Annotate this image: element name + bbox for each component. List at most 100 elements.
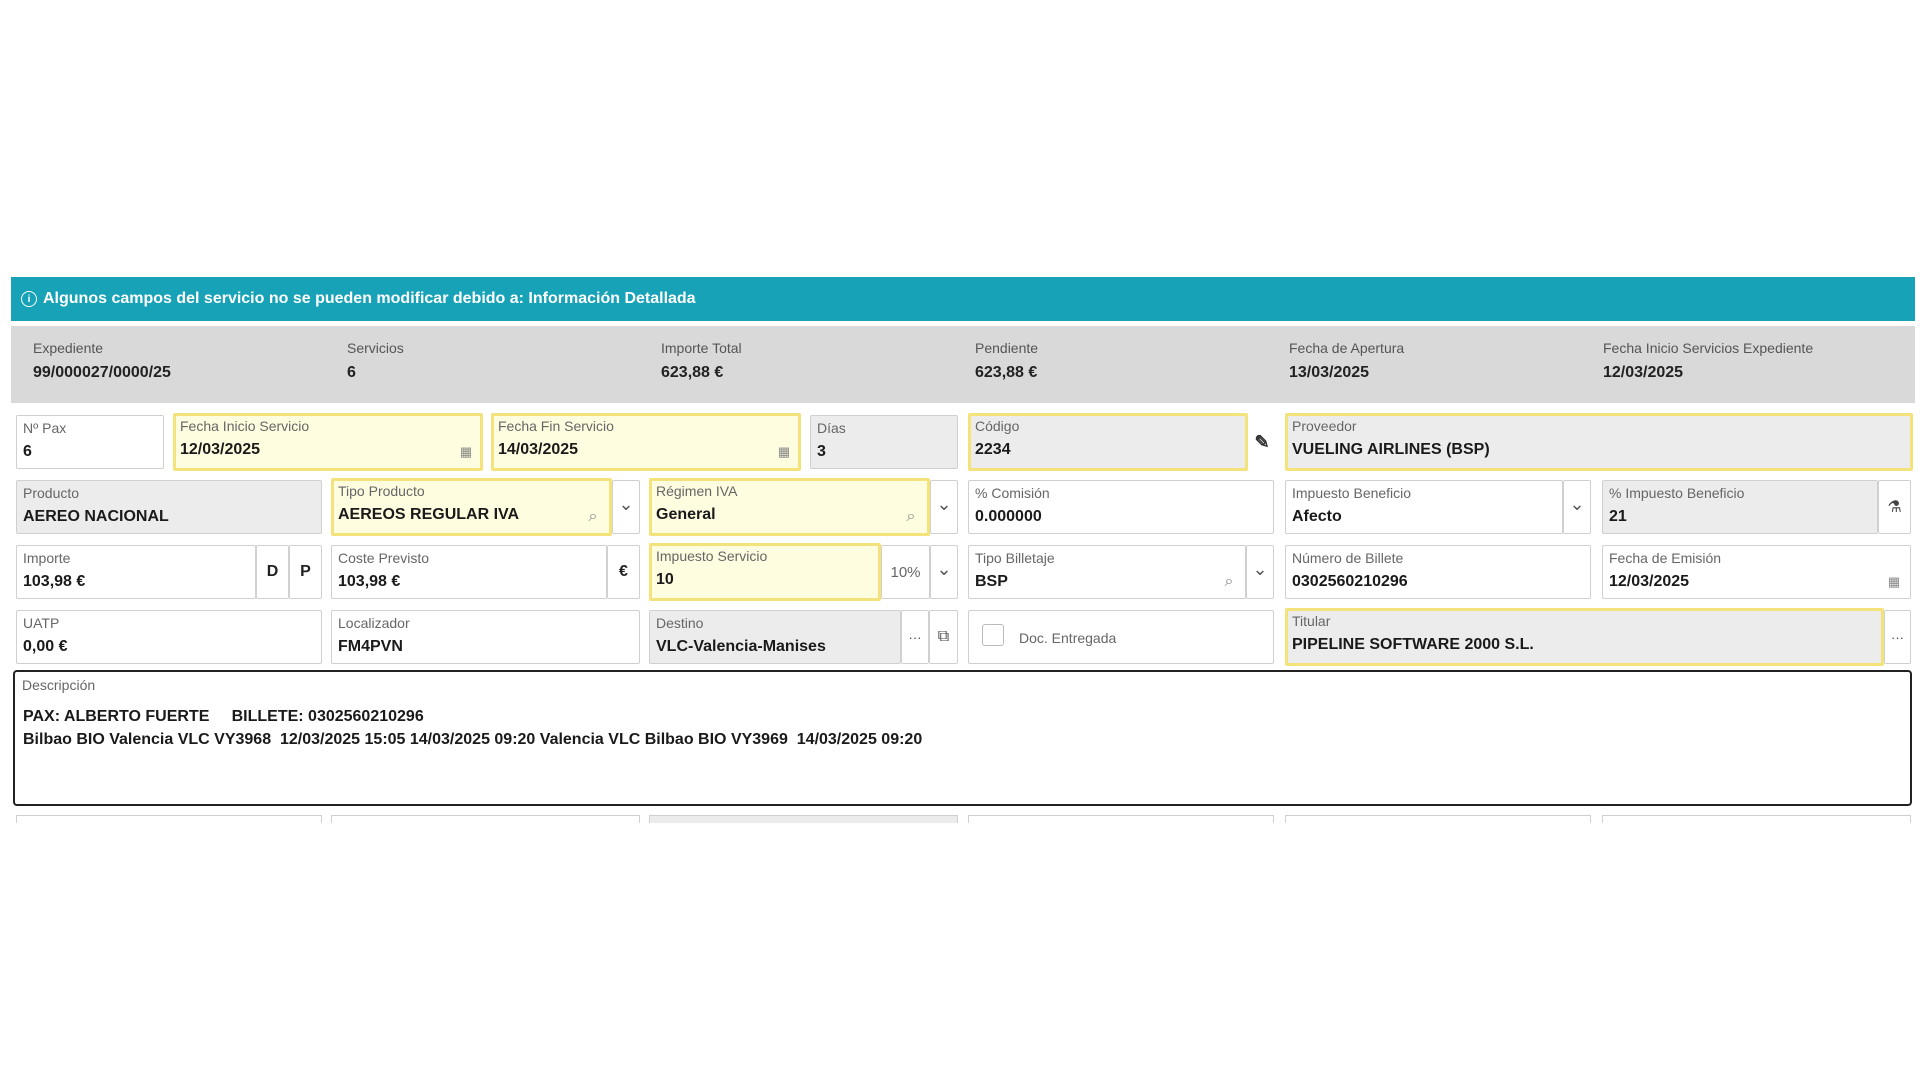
ellipsis-icon: ··· — [908, 629, 922, 645]
regimen-iva-dropdown[interactable]: ⌄ — [930, 480, 958, 534]
field-label: Fecha Inicio Servicio — [180, 418, 310, 434]
field-label: Número de Billete — [1292, 550, 1404, 566]
summary-value: 623,88 € — [661, 364, 724, 381]
field-label: Destino — [656, 615, 704, 631]
fecha-emision-field[interactable]: Fecha de Emisión 12/03/2025 ▦ — [1602, 545, 1911, 599]
summary-label: Importe Total — [661, 340, 742, 356]
destino-more-button[interactable]: ··· — [901, 610, 929, 664]
field-value: General — [656, 506, 716, 523]
next-row-field — [1285, 815, 1591, 823]
edit-codigo-button[interactable]: ✎ — [1248, 415, 1276, 469]
field-label: Producto — [23, 485, 80, 501]
coste-previsto-field[interactable]: Coste Previsto 103,98 € — [331, 545, 607, 599]
doc-entregada-label: Doc. Entregada — [1019, 630, 1117, 646]
tipo-producto-dropdown[interactable]: ⌄ — [612, 480, 640, 534]
calendar-icon[interactable]: ▦ — [458, 444, 474, 460]
field-label: Días — [817, 420, 846, 436]
field-label: Tipo Billetaje — [975, 550, 1055, 566]
search-icon[interactable]: ⌕ — [1221, 573, 1237, 590]
impuesto-servicio-field[interactable]: Impuesto Servicio 10 — [649, 543, 881, 601]
field-label: Proveedor — [1292, 418, 1357, 434]
summary-fecha-inicio-servicios: Fecha Inicio Servicios Expediente 12/03/… — [1603, 340, 1813, 382]
field-value: VUELING AIRLINES (BSP) — [1292, 441, 1490, 458]
search-icon[interactable]: ⌕ — [585, 508, 601, 525]
importe-p-button[interactable]: P — [289, 545, 322, 599]
importe-d-button[interactable]: D — [256, 545, 289, 599]
field-value: 12/03/2025 — [180, 441, 261, 458]
field-label: Nº Pax — [23, 420, 67, 436]
field-label: Localizador — [338, 615, 410, 631]
destino-field: Destino VLC-Valencia-Manises — [649, 610, 901, 664]
copy-icon: ⧉ — [937, 628, 950, 645]
impuesto-servicio-pct: 10% — [881, 545, 930, 599]
next-row-field — [1602, 815, 1911, 823]
banner-text: Algunos campos del servicio no se pueden… — [43, 290, 696, 307]
field-value: 103,98 € — [338, 573, 401, 590]
next-row-field — [649, 815, 958, 823]
next-row-field — [968, 815, 1274, 823]
comision-field[interactable]: % Comisión 0.000000 — [968, 480, 1274, 534]
regimen-iva-field[interactable]: Régimen IVA General ⌕ — [649, 478, 930, 536]
field-value: 12/03/2025 — [1609, 573, 1690, 590]
field-label: Importe — [23, 550, 71, 566]
doc-entregada-checkbox[interactable] — [982, 624, 1004, 646]
currency-button[interactable]: € — [607, 545, 640, 599]
impuesto-beneficio-action-button[interactable]: ⚗ — [1878, 480, 1911, 534]
field-label: Titular — [1292, 613, 1331, 629]
codigo-field[interactable]: Código 2234 — [968, 413, 1248, 471]
field-label: Impuesto Servicio — [656, 548, 768, 564]
summary-label: Pendiente — [975, 340, 1039, 356]
tipo-billetaje-field[interactable]: Tipo Billetaje BSP ⌕ — [968, 545, 1246, 599]
chevron-down-icon: ⌄ — [1569, 493, 1585, 514]
fecha-inicio-servicio-field[interactable]: Fecha Inicio Servicio 12/03/2025 ▦ — [173, 413, 483, 471]
proveedor-field[interactable]: Proveedor VUELING AIRLINES (BSP) — [1285, 413, 1913, 471]
numero-billete-field[interactable]: Número de Billete 0302560210296 — [1285, 545, 1591, 599]
field-value: FM4PVN — [338, 638, 403, 655]
field-value: 103,98 € — [23, 573, 86, 590]
impuesto-servicio-dropdown[interactable]: ⌄ — [930, 545, 958, 599]
tipo-billetaje-dropdown[interactable]: ⌄ — [1246, 545, 1274, 599]
field-label: Código — [975, 418, 1020, 434]
summary-servicios: Servicios 6 — [347, 340, 404, 382]
impuesto-beneficio-field[interactable]: Impuesto Beneficio Afecto — [1285, 480, 1563, 534]
summary-pendiente: Pendiente 623,88 € — [975, 340, 1038, 382]
field-value: 2234 — [975, 441, 1011, 458]
field-label: Régimen IVA — [656, 483, 738, 499]
field-value: 21 — [1609, 508, 1627, 525]
field-value: 0302560210296 — [1292, 573, 1408, 590]
pct-impuesto-beneficio-field: % Impuesto Beneficio 21 — [1602, 480, 1878, 534]
doc-entregada-field[interactable]: Doc. Entregada — [968, 610, 1274, 664]
summary-label: Fecha de Apertura — [1289, 340, 1405, 356]
edit-icon: ✎ — [1254, 431, 1270, 452]
summary-label: Fecha Inicio Servicios Expediente — [1603, 340, 1814, 356]
summary-value: 99/000027/0000/25 — [33, 364, 171, 381]
descripcion-label: Descripción — [22, 677, 96, 693]
descripcion-line: Bilbao BIO Valencia VLC VY3968 12/03/202… — [23, 731, 923, 748]
chevron-down-icon: ⌄ — [618, 493, 634, 514]
summary-label: Servicios — [347, 340, 404, 356]
chevron-down-icon: ⌄ — [1252, 558, 1268, 579]
tipo-producto-field[interactable]: Tipo Producto AEREOS REGULAR IVA ⌕ — [331, 478, 612, 536]
titular-field[interactable]: Titular PIPELINE SOFTWARE 2000 S.L. — [1285, 608, 1884, 666]
calendar-icon[interactable]: ▦ — [776, 444, 792, 460]
calendar-icon[interactable]: ▦ — [1886, 574, 1902, 590]
npax-field[interactable]: Nº Pax 6 — [16, 415, 164, 469]
search-icon[interactable]: ⌕ — [903, 508, 919, 525]
info-icon: i — [21, 291, 37, 307]
field-label: Fecha Fin Servicio — [498, 418, 614, 434]
field-label: Coste Previsto — [338, 550, 430, 566]
field-value: AEREO NACIONAL — [23, 508, 169, 525]
localizador-field[interactable]: Localizador FM4PVN — [331, 610, 640, 664]
uatp-field[interactable]: UATP 0,00 € — [16, 610, 322, 664]
ellipsis-icon: ··· — [1891, 629, 1904, 645]
importe-field[interactable]: Importe 103,98 € — [16, 545, 256, 599]
destino-copy-button[interactable]: ⧉ — [929, 610, 958, 664]
titular-more-button[interactable]: ··· — [1884, 610, 1911, 664]
field-label: % Impuesto Beneficio — [1609, 485, 1745, 501]
summary-value: 6 — [347, 364, 356, 381]
field-label: % Comisión — [975, 485, 1050, 501]
descripcion-textarea[interactable]: Descripción PAX: ALBERTO FUERTE BILLETE:… — [13, 670, 1912, 806]
fecha-fin-servicio-field[interactable]: Fecha Fin Servicio 14/03/2025 ▦ — [491, 413, 801, 471]
descripcion-line: PAX: ALBERTO FUERTE BILLETE: 03025602102… — [23, 708, 424, 725]
impuesto-beneficio-dropdown[interactable]: ⌄ — [1563, 480, 1591, 534]
